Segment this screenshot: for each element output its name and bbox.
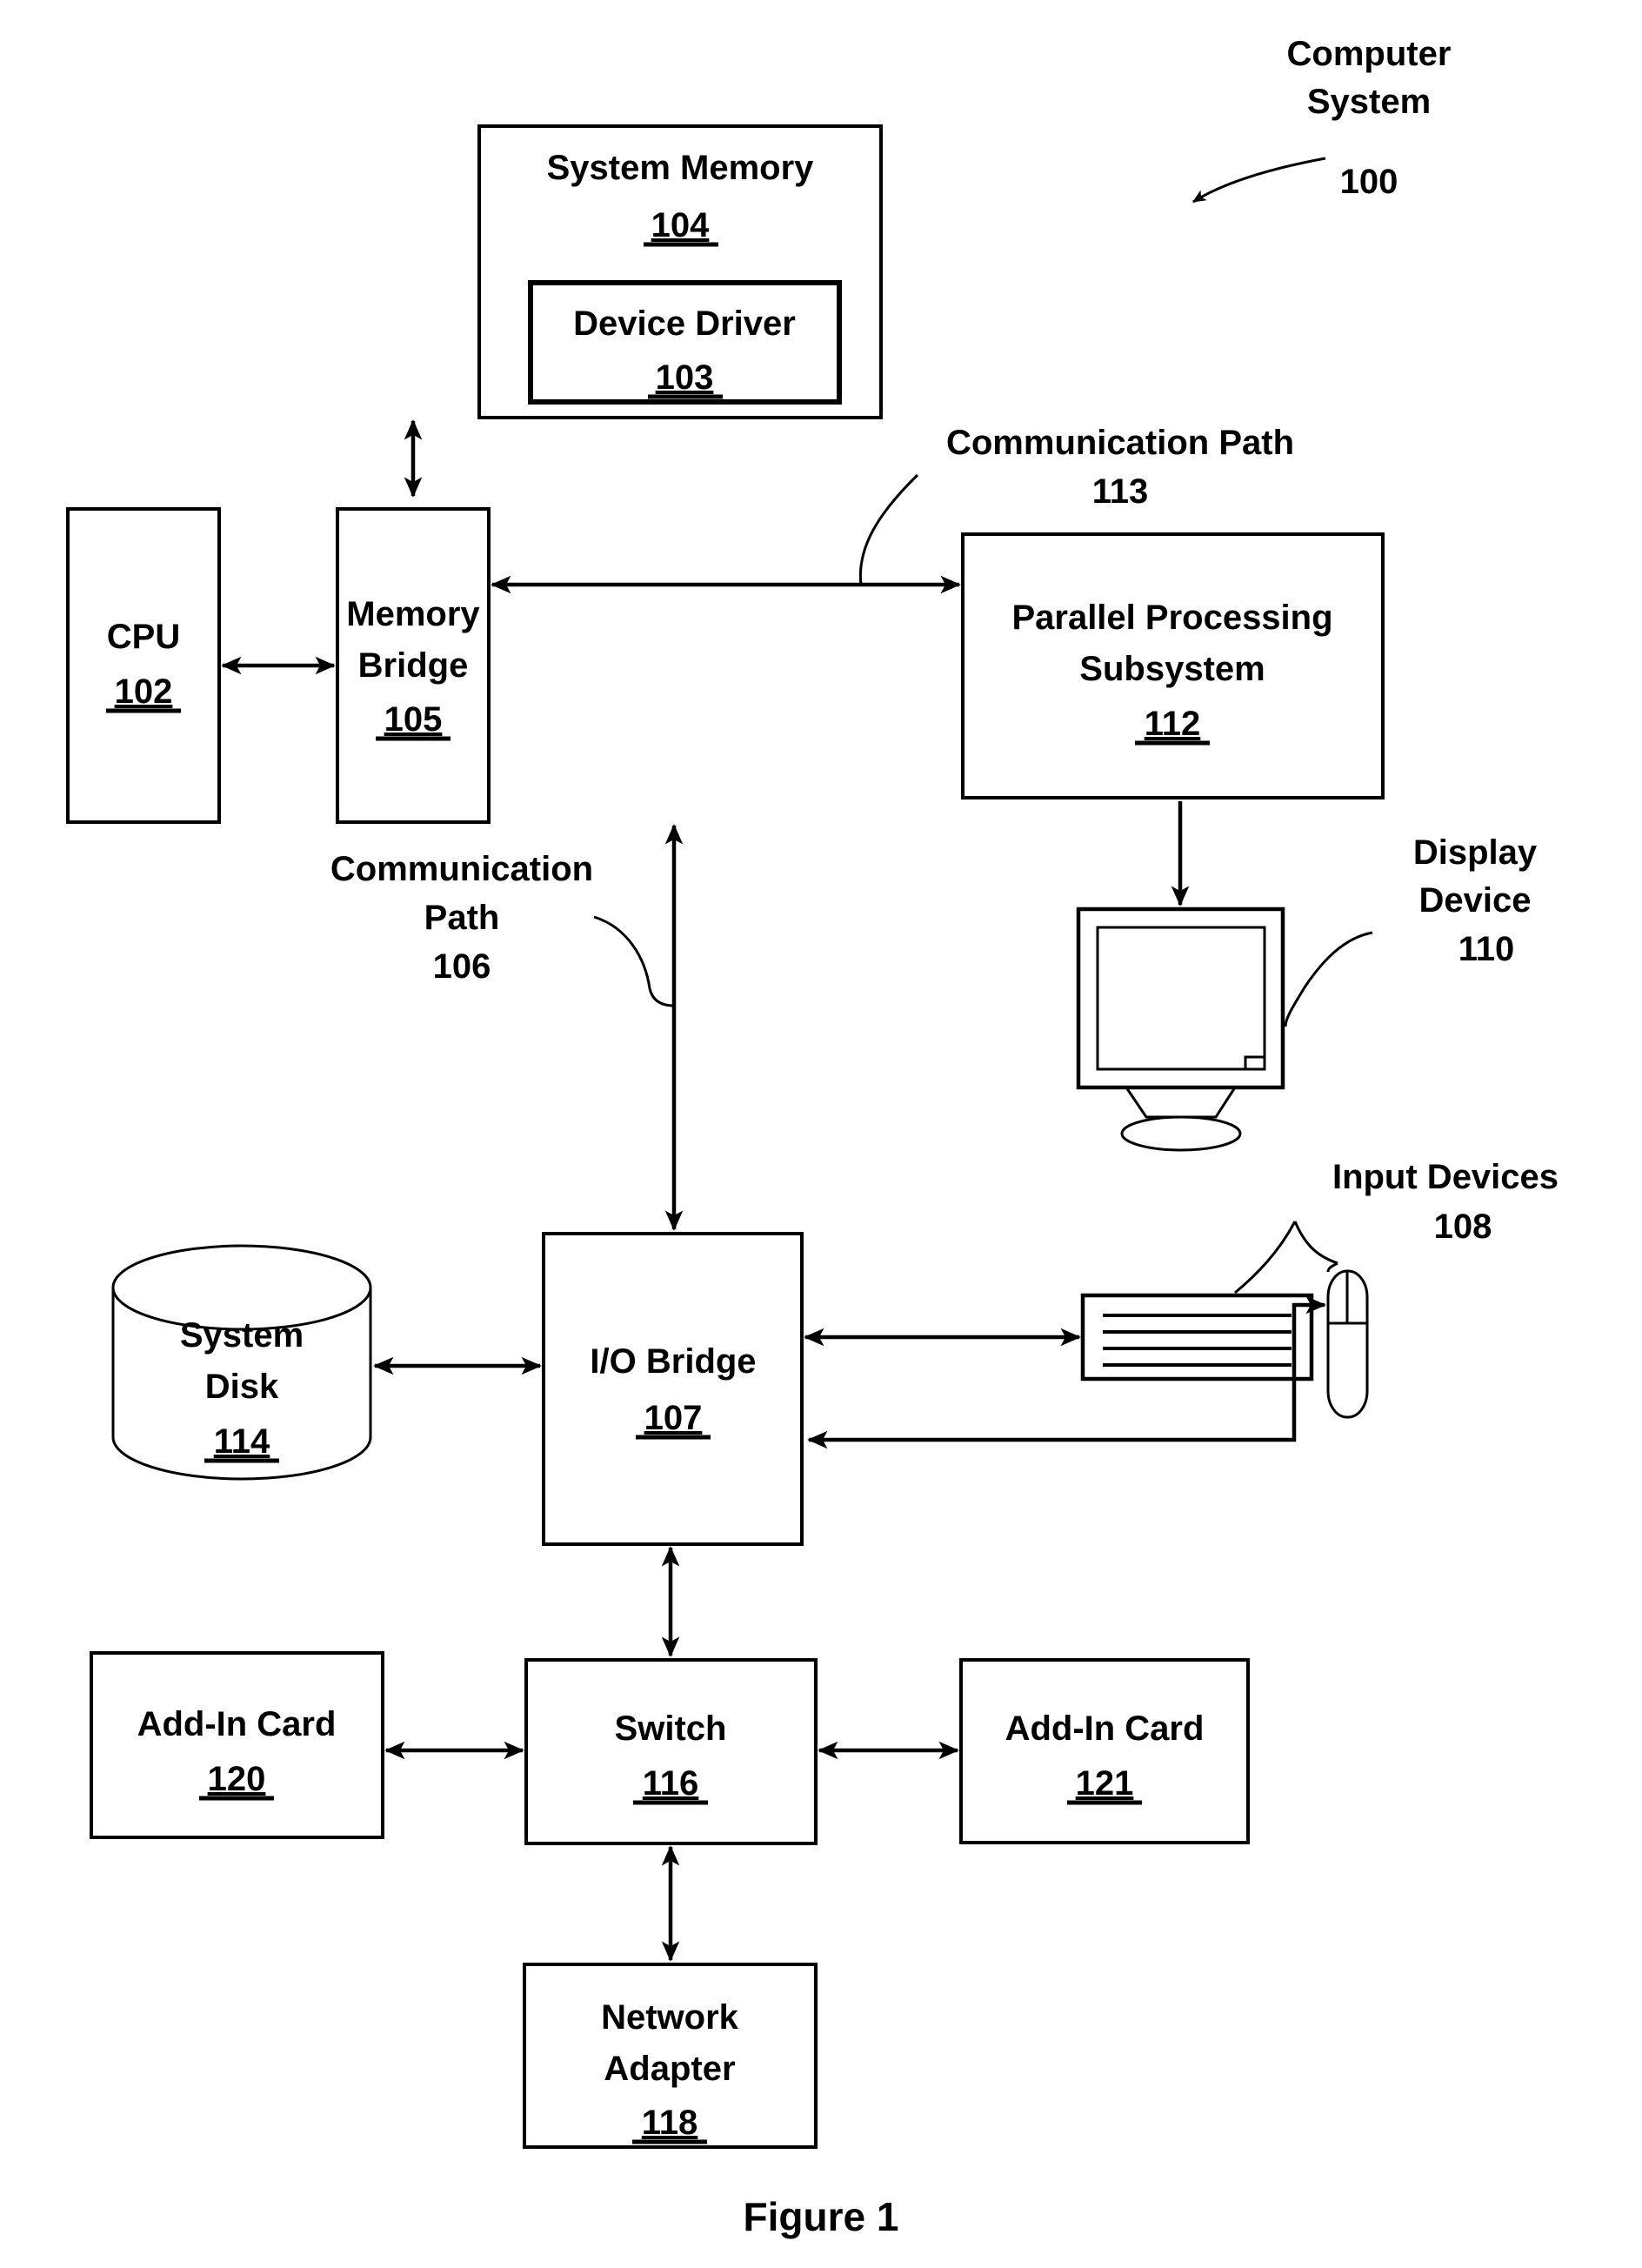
computer-system-label-line2: System	[1307, 83, 1431, 121]
communication-path-106-label-line2: Path	[424, 899, 500, 937]
keyboard-icon	[1080, 1293, 1314, 1382]
system-disk-label-line2: Disk	[205, 1368, 279, 1406]
cpu-label: CPU	[107, 618, 180, 656]
cpu-box	[66, 507, 221, 824]
computer-system-block-diagram: System Memory 104 Device Driver 103 CPU …	[66, 35, 1559, 2239]
add-in-card-120-ref: 120	[208, 1760, 266, 1798]
communication-path-113-label: Communication Path	[946, 424, 1294, 462]
leader-input-devices-brace	[1234, 1221, 1338, 1295]
connector-io-bridge-mouse	[807, 1295, 1326, 1449]
io-bridge-box	[542, 1232, 804, 1546]
network-adapter-label-line1: Network	[601, 1998, 739, 2037]
mouse-icon	[1326, 1269, 1369, 1419]
pps-ref: 112	[1145, 705, 1201, 743]
add-in-card-121-box	[959, 1658, 1250, 1844]
system-disk-ref: 114	[214, 1422, 270, 1461]
add-in-card-120-box	[90, 1651, 384, 1839]
memory-bridge-label-line2: Bridge	[358, 646, 469, 685]
memory-bridge-ref: 105	[384, 700, 443, 739]
add-in-card-121-label: Add-In Card	[1005, 1709, 1205, 1748]
leader-communication-path-106	[593, 915, 675, 1007]
reference-underlines	[106, 242, 1210, 2144]
patent-figure-page: System Memory 104 Device Driver 103 CPU …	[0, 0, 1642, 2268]
add-in-card-121-ref: 121	[1076, 1764, 1134, 1803]
switch-box	[524, 1658, 818, 1845]
figure-caption: Figure 1	[744, 2194, 899, 2239]
switch-ref: 116	[643, 1764, 699, 1803]
input-devices-ref: 108	[1434, 1208, 1492, 1246]
network-adapter-label-line2: Adapter	[604, 2050, 735, 2088]
io-bridge-label: I/O Bridge	[590, 1342, 756, 1381]
system-disk-label-line1: System	[180, 1316, 304, 1355]
memory-bridge-label-line1: Memory	[346, 595, 480, 633]
pps-label-line1: Parallel Processing	[1011, 599, 1332, 637]
computer-system-ref: 100	[1340, 163, 1398, 201]
cpu-ref: 102	[115, 672, 173, 711]
computer-system-label: Computer	[1287, 35, 1452, 73]
display-device-ref: 110	[1458, 930, 1515, 968]
communication-path-113-ref: 113	[1092, 472, 1149, 511]
display-monitor-icon	[1076, 907, 1285, 1152]
display-device-label-line1: Display	[1413, 833, 1538, 872]
device-driver-ref: 103	[656, 358, 714, 397]
device-driver-label: Device Driver	[573, 304, 796, 343]
leader-communication-path-113	[858, 473, 919, 585]
add-in-card-120-label: Add-In Card	[137, 1705, 337, 1743]
system-memory-ref: 104	[651, 206, 710, 244]
communication-path-106-label-line1: Communication	[330, 850, 593, 888]
system-memory-label: System Memory	[547, 149, 815, 187]
communication-path-106-ref: 106	[433, 947, 491, 986]
display-device-label-line2: Device	[1419, 881, 1532, 920]
pps-label-line2: Subsystem	[1079, 650, 1265, 688]
io-bridge-ref: 107	[644, 1399, 703, 1437]
switch-label: Switch	[615, 1709, 727, 1748]
leader-display-device	[1284, 931, 1373, 1027]
input-devices-label: Input Devices	[1332, 1158, 1559, 1196]
network-adapter-ref: 118	[642, 2104, 698, 2142]
leader-computer-system	[1191, 157, 1326, 204]
